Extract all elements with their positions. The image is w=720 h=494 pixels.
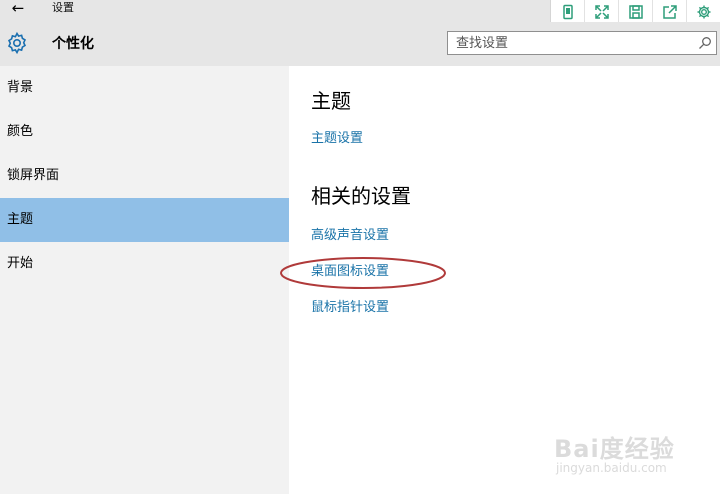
sidebar: 背景 颜色 锁屏界面 主题 开始 (0, 66, 289, 494)
search-input[interactable] (456, 35, 686, 51)
related-settings-heading: 相关的设置 (311, 184, 411, 208)
back-arrow-icon[interactable]: ← (8, 0, 28, 18)
mouse-pointer-settings-link[interactable]: 鼠标指针设置 (311, 299, 389, 316)
search-box[interactable] (447, 31, 717, 55)
sidebar-item-label: 主题 (7, 212, 34, 227)
phone-icon[interactable] (551, 0, 585, 24)
sidebar-item-themes[interactable]: 主题 (0, 198, 289, 242)
search-icon[interactable] (698, 36, 712, 50)
sidebar-item-label: 锁屏界面 (7, 168, 60, 183)
watermark-sub: jingyan.baidu.com (556, 461, 667, 475)
sidebar-item-lock-screen[interactable]: 锁屏界面 (0, 154, 289, 198)
page-title: 个性化 (52, 36, 94, 52)
sidebar-item-background[interactable]: 背景 (0, 66, 289, 110)
baidu-watermark: Bai度经验 jingyan.baidu.com (550, 425, 715, 485)
save-icon[interactable] (619, 0, 653, 24)
gear-icon (7, 31, 27, 55)
sidebar-item-start[interactable]: 开始 (0, 242, 289, 286)
highlight-circle (280, 257, 446, 289)
header: 个性化 (0, 22, 720, 66)
sidebar-item-label: 背景 (7, 80, 34, 95)
theme-heading: 主题 (311, 89, 351, 113)
window-title: 设置 (52, 1, 74, 14)
advanced-sound-settings-link[interactable]: 高级声音设置 (311, 227, 389, 244)
sidebar-item-colors[interactable]: 颜色 (0, 110, 289, 154)
expand-icon[interactable] (585, 0, 619, 24)
theme-settings-link[interactable]: 主题设置 (311, 130, 363, 147)
sidebar-item-label: 颜色 (7, 124, 34, 139)
sidebar-item-label: 开始 (7, 256, 34, 271)
share-icon[interactable] (653, 0, 687, 24)
watermark-main: Bai度经验 (554, 435, 675, 463)
settings-gear-icon[interactable] (687, 0, 720, 24)
